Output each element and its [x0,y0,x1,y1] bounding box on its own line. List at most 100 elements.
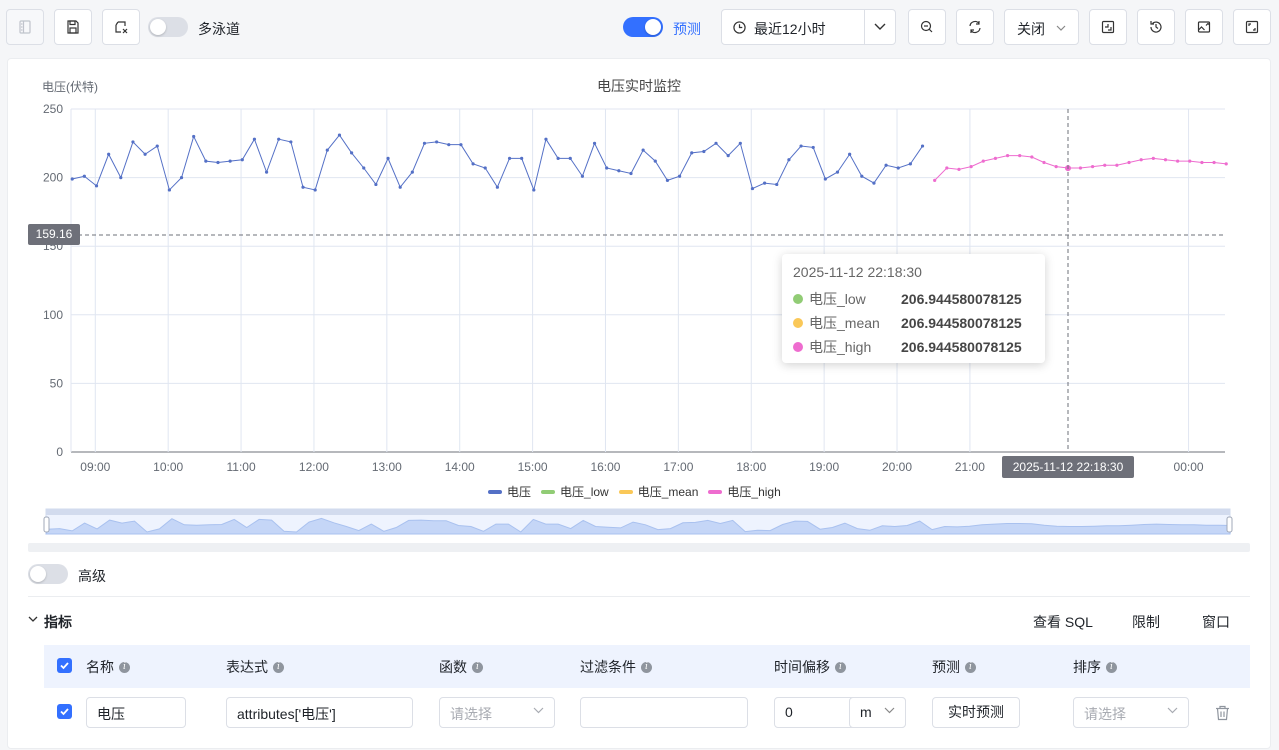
data-point [252,137,257,141]
chevron-down-icon[interactable] [874,23,886,31]
data-point [787,158,791,162]
filter-input[interactable] [580,697,748,728]
data-point [835,170,840,174]
data-point [1054,165,1058,169]
col-filter: 过滤条件 i [580,657,652,677]
data-point [750,186,755,191]
chevron-down-icon[interactable] [28,616,38,623]
function-select[interactable]: 请选择 [439,697,555,728]
x-tick-label: 15:00 [518,460,548,474]
data-point [483,166,487,170]
sort-select[interactable]: 请选择 [1073,697,1189,728]
x-tick-label: 20:00 [882,460,912,474]
data-zoom-slider[interactable] [43,508,1233,535]
data-point [993,156,998,160]
data-point [653,159,657,163]
legend-item-low[interactable]: 电压_low [541,483,609,500]
limit-link[interactable]: 限制 [1132,612,1160,632]
data-point [641,148,645,152]
data-point [447,143,451,147]
forecast-switch[interactable] [623,17,663,37]
history-icon [1150,21,1162,33]
clear-button[interactable] [102,9,140,45]
row-checkbox[interactable] [57,704,72,719]
tooltip-row-high: 电压_high 206.944580078125 [793,335,1034,359]
offset-unit-select[interactable]: m [849,697,906,728]
chart-settings-button[interactable] [1089,9,1127,45]
data-point [629,171,633,176]
data-point [313,188,317,192]
data-point [605,166,609,170]
data-point [520,156,524,160]
data-point [471,162,475,166]
legend-item-high[interactable]: 电压_high [708,483,781,500]
data-point [422,141,427,145]
data-point [228,159,232,163]
advanced-label: 高级 [78,568,106,584]
data-point [386,156,390,160]
view-sql-link[interactable]: 查看 SQL [1033,612,1093,632]
x-pointer-label: 2025-11-12 22:18:30 [1002,456,1134,478]
col-expression: 表达式 i [226,657,284,677]
refresh-icon [969,20,981,34]
list-panel-icon [19,20,31,34]
select-all-checkbox[interactable] [57,658,72,673]
data-point [398,185,402,189]
export-image-button[interactable] [1185,9,1223,45]
y-tick-label: 0 [56,445,63,459]
chart-frame-icon [1101,20,1115,34]
data-point [192,134,196,139]
data-point [301,185,305,189]
name-input[interactable]: 电压 [86,697,186,728]
zoom-handle-right[interactable] [1226,516,1233,533]
history-button[interactable] [1137,9,1175,45]
legend-item-mean[interactable]: 电压_mean [618,483,698,500]
data-point [1018,154,1022,158]
data-point [1200,160,1204,165]
data-point [799,144,803,148]
data-point [289,140,293,144]
save-button[interactable] [54,9,92,45]
auto-refresh-select[interactable]: 关闭 [1004,9,1079,45]
zoom-handle-left[interactable] [43,516,50,533]
zoom-out-button[interactable] [908,9,946,45]
data-point [568,156,572,160]
x-tick-label: 19:00 [809,460,839,474]
y-tick-label: 250 [43,102,63,116]
data-point [70,177,74,181]
data-point [969,165,973,169]
data-point [1139,158,1143,162]
toolbar: 多泳道 预测 最近12小时 关闭 [0,0,1279,56]
window-link[interactable]: 窗口 [1202,612,1230,632]
data-point [374,182,378,187]
horizontal-scrollbar[interactable] [28,543,1250,552]
realtime-forecast-button[interactable]: 实时预测 [932,697,1020,728]
delete-icon[interactable] [1215,705,1230,721]
legend-item-voltage[interactable]: 电压 [488,483,531,500]
expression-input[interactable]: attributes['电压'] [226,697,413,728]
data-point [1212,160,1216,165]
time-range-select[interactable]: 最近12小时 [721,9,896,45]
data-point [763,181,767,185]
data-point [1163,158,1168,162]
data-point [495,185,499,189]
y-tick-label: 50 [50,376,64,390]
fullscreen-button[interactable] [1233,9,1271,45]
data-point [1176,159,1180,163]
sidebar-toggle-button[interactable] [6,9,44,45]
refresh-button[interactable] [956,9,994,45]
data-point [896,166,900,170]
data-point [738,141,742,145]
data-point [107,152,111,156]
info-icon: i [273,661,284,673]
advanced-switch[interactable] [28,564,68,584]
fullscreen-icon [1245,20,1259,34]
col-function: 函数 i [439,657,483,677]
data-point [1188,159,1192,163]
data-point [775,182,779,187]
data-point [1115,163,1119,167]
chart-tooltip: 2025-11-12 22:18:30 电压_low 206.9445800781… [782,254,1045,363]
data-point [277,137,281,141]
multi-lane-switch[interactable] [148,17,188,37]
data-point [580,174,585,178]
